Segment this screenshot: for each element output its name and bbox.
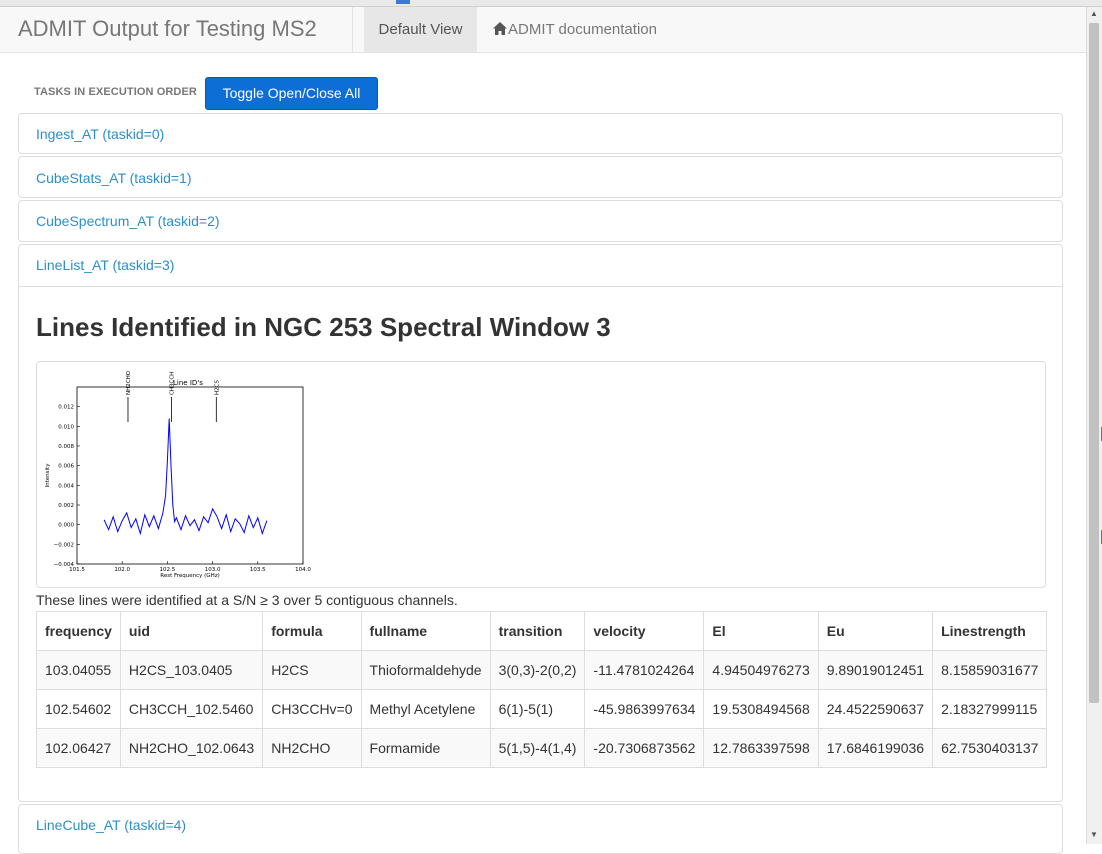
spectrum-plot-container: Line ID's 101.5 102.0 102.5 103.0 103.5 104.0−… [36,361,1046,588]
table-cell: 102.06427 [36,728,121,768]
tasks-order-label: TASKS IN EXECUTION ORDER [34,86,197,98]
scroll-up-arrow-icon[interactable]: ▲ [1090,9,1098,18]
y-tick-label: 0.000 [58,523,74,529]
table-cell: 12.7863397598 [703,728,819,768]
linelist-heading: Lines Identified in NGC 253 Spectral Win… [36,312,611,342]
line-marker-label: NH2CHO [126,370,132,395]
table-row: 102.54602 CH3CCH_102.5460 CH3CCHv=0 Methyl … [36,689,1048,729]
task-link-cubestats[interactable]: CubeStats_AT (taskid=1) [36,170,192,186]
table-cell: NH2CHO_102.0643 [119,728,264,768]
y-tick-label: 0.002 [58,503,74,509]
nav-doc-label: ADMIT documentation [508,21,657,38]
table-cell: Formamide [360,728,491,768]
task-panel-cubespectrum: CubeSpectrum_AT (taskid=2) [18,200,1063,242]
column-header: frequency [36,611,121,651]
task-panel-ingest: Ingest_AT (taskid=0) [18,113,1063,154]
task-panel-linecube: LineCube_AT (taskid=4) [18,804,1063,854]
y-tick-label: −0.002 [54,542,74,548]
table-cell: Thioformaldehyde [360,650,491,690]
table-cell: -45.9863997634 [584,689,705,729]
line-marker-label: CH3CCH [170,372,176,395]
home-icon [493,22,507,35]
column-header: transition [489,611,586,651]
linelist-table: frequency uid formula fullname transition vel… [36,611,1048,768]
table-cell: 3(0,3)-2(0,2) [489,650,586,690]
column-header: velocity [584,611,705,651]
table-cell: 2.18327999115 [932,689,1048,729]
table-cell: CH3CCHv=0 [262,689,362,729]
table-cell: NH2CHO [262,728,362,768]
browser-top-strip [0,0,1102,7]
nav-admit-documentation[interactable]: ADMIT documentation [493,7,657,52]
scroll-down-arrow-icon[interactable]: ▼ [1090,830,1098,839]
table-cell: 19.5308494568 [703,689,819,729]
table-cell: 102.54602 [36,689,121,729]
y-tick-label: 0.004 [58,483,74,489]
x-tick-label: 103.5 [250,567,266,573]
task-panel-linelist: LineList_AT (taskid=3) Lines Identified … [18,244,1063,802]
table-cell: 8.15859031677 [932,650,1048,690]
linelist-table-wrapper: frequency uid formula fullname transition vel… [36,611,1063,769]
plot-frame [76,386,304,565]
table-cell: 103.04055 [36,650,121,690]
panel-divider [19,286,1062,287]
toggle-open-close-button[interactable]: Toggle Open/Close All [205,77,378,110]
brand-title[interactable]: ADMIT Output for Testing MS2 [18,16,317,42]
table-cell: CH3CCH_102.5460 [119,689,264,729]
chart-title: Line ID's [173,379,203,387]
table-row: 102.06427 NH2CHO_102.0643 NH2CHO Formamide 5… [36,728,1048,768]
y-tick-label: 0.008 [58,444,74,450]
x-tick-label: 104.0 [295,567,311,573]
column-header: El [703,611,819,651]
table-cell: 6(1)-5(1) [489,689,586,729]
table-header-row: frequency uid formula fullname transition vel… [36,611,1048,651]
task-link-linelist[interactable]: LineList_AT (taskid=3) [36,257,174,273]
table-cell: Methyl Acetylene [360,689,491,729]
table-cell: -11.4781024264 [584,650,705,690]
task-link-linecube[interactable]: LineCube_AT (taskid=4) [36,817,186,833]
browser-tab-indicator [396,0,410,4]
navbar-divider [352,7,353,52]
spectrum-chart: Line ID's101.5 102.0 102.5 103.0 103.5 104.0−… [45,370,311,579]
task-link-ingest[interactable]: Ingest_AT (taskid=0) [36,126,164,142]
column-header: Linestrength [932,611,1048,651]
y-tick-label: 0.010 [58,424,74,430]
line-marker-label: H2CS [214,380,220,395]
scrollbar-thumb[interactable] [1089,23,1099,703]
table-cell: 24.4522590637 [817,689,934,729]
table-cell: 4.94504976273 [703,650,819,690]
identification-note: These lines were identified at a S/N ≥ 3… [36,592,458,608]
table-cell: 9.89019012451 [817,650,934,690]
x-axis-label: Rest Frequency (GHz) [160,573,219,579]
column-header: fullname [360,611,491,651]
column-header: formula [262,611,362,651]
y-axis-label: Intensity [45,463,51,488]
table-cell: 5(1,5)-4(1,4) [489,728,586,768]
nav-default-view[interactable]: Default View [364,7,477,52]
table-row: 103.04055 H2CS_103.0405 H2CS Thioformaldehy… [36,650,1048,690]
table-cell: 62.7530403137 [932,728,1048,768]
y-tick-label: 0.006 [58,464,74,470]
column-header: uid [119,611,264,651]
y-tick-label: −0.004 [54,562,75,568]
y-tick-label: 0.012 [58,405,74,411]
table-cell: 17.6846199036 [817,728,934,768]
navbar: ADMIT Output for Testing MS2 Default Vie… [0,7,1086,53]
x-tick-label: 102.0 [114,567,130,573]
table-cell: H2CS [262,650,362,690]
table-cell: H2CS_103.0405 [119,650,264,690]
column-header: Eu [817,611,934,651]
task-panel-cubestats: CubeStats_AT (taskid=1) [18,156,1063,198]
task-link-cubespectrum[interactable]: CubeSpectrum_AT (taskid=2) [36,213,220,229]
spectrum-series-line [103,418,268,536]
table-cell: -20.7306873562 [584,728,705,768]
